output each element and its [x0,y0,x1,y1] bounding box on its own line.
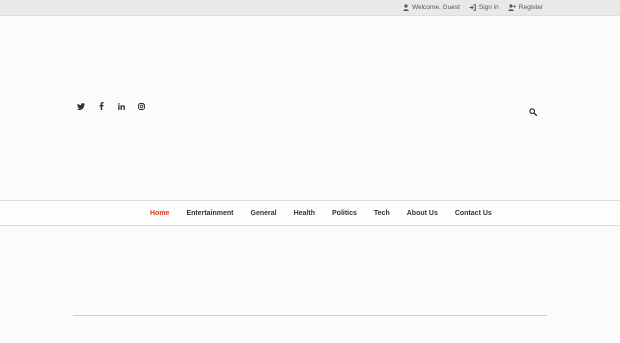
social-links [77,102,145,110]
linkedin-icon[interactable] [117,102,125,110]
add-user-icon [507,4,516,11]
nav-item-about-us[interactable]: About Us [407,210,438,217]
nav-item-general[interactable]: General [251,210,277,217]
top-bar-user-links: Welcome, Guest Sign in Register [403,0,543,15]
signin-label: Sign in [478,4,499,11]
content-divider [73,315,547,316]
nav-item-home[interactable]: Home [150,210,169,217]
register-label: Register [518,4,543,11]
main-navigation: Home Entertainment General Health Politi… [0,200,620,226]
nav-item-health[interactable]: Health [294,210,315,217]
signin-link[interactable]: Sign in [469,4,499,11]
sign-in-icon [469,4,476,11]
nav-item-tech[interactable]: Tech [374,210,390,217]
instagram-icon[interactable] [137,102,145,110]
twitter-icon[interactable] [77,102,85,110]
nav-item-politics[interactable]: Politics [332,210,357,217]
nav-menu: Home Entertainment General Health Politi… [150,201,509,225]
nav-item-contact-us[interactable]: Contact Us [455,210,492,217]
nav-item-entertainment[interactable]: Entertainment [186,210,233,217]
search-icon [529,103,538,120]
welcome-text: Welcome, Guest [411,4,460,11]
facebook-icon[interactable] [97,102,105,110]
user-icon [403,4,409,11]
search-button[interactable] [529,103,538,117]
top-bar: Welcome, Guest Sign in Register [0,0,620,16]
register-link[interactable]: Register [507,4,543,11]
welcome-guest: Welcome, Guest [403,4,460,11]
